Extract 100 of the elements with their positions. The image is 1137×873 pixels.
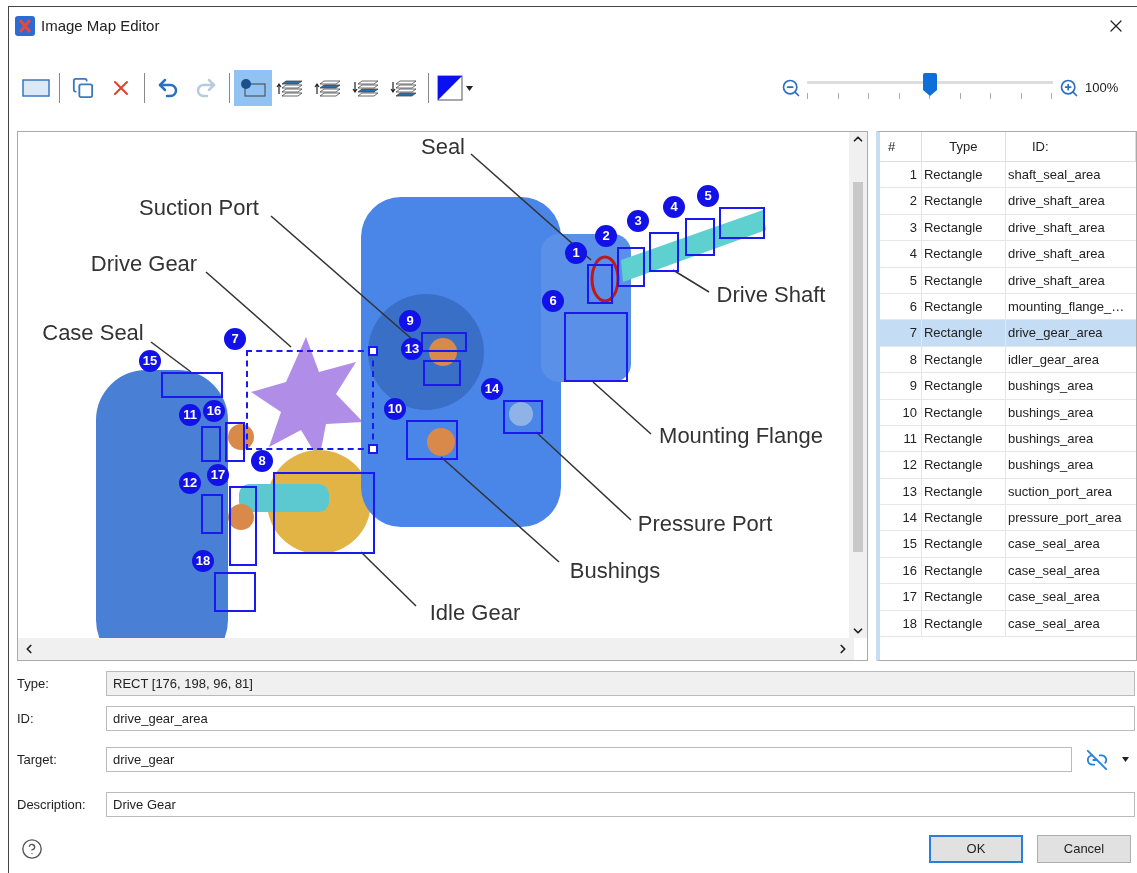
field-label: Target: <box>17 750 58 769</box>
table-row[interactable]: 17 Rectangle case_seal_area <box>879 584 1136 611</box>
id-cell-text: shaft_seal_area <box>1006 166 1102 184</box>
row-number: 18 <box>879 610 922 637</box>
id-cell-text: pressure_port_area <box>1006 509 1123 528</box>
type-cell: Rectangle <box>921 452 1006 478</box>
id-cell-text: mounting_flange_… <box>1006 297 1126 316</box>
id-cell-text: suction_port_area <box>1006 482 1113 501</box>
id-cell-text: case_seal_area <box>1006 614 1101 633</box>
color-swatch-icon <box>437 75 463 101</box>
id-cell-text: case_seal_area <box>1006 588 1101 607</box>
type-cell: Rectangle <box>921 162 1006 188</box>
table-row[interactable]: 5 Rectangle drive_shaft_area <box>879 267 1136 294</box>
rectangle-icon <box>22 78 50 98</box>
area-number: 15 <box>139 350 161 372</box>
row-number: 12 <box>879 452 922 478</box>
callout-label: Bushings <box>569 560 661 582</box>
row-number: 5 <box>879 267 922 293</box>
table-row[interactable]: 7 Rectangle drive_gear_area <box>879 320 1136 347</box>
id-cell-text: drive_shaft_area <box>1006 245 1106 264</box>
table-row[interactable]: 2 Rectangle drive_shaft_area <box>879 188 1136 215</box>
field-label: Type: <box>17 674 50 693</box>
dialog-button[interactable]: OK <box>929 835 1023 863</box>
callout-label: Case Seal <box>42 322 144 344</box>
zoom-in-icon[interactable] <box>1059 78 1079 98</box>
map-area[interactable] <box>617 247 645 287</box>
type-cell: Rectangle <box>921 214 1006 241</box>
callout-label: Drive Shaft <box>716 284 826 306</box>
row-number: 16 <box>879 557 922 584</box>
row-number: 3 <box>879 214 922 241</box>
caret-icon[interactable] <box>1122 757 1129 762</box>
table-row[interactable]: 9 Rectangle bushings_area <box>879 373 1136 400</box>
type-cell: Rectangle <box>921 610 1006 637</box>
table-row[interactable]: 11 Rectangle bushings_area <box>879 425 1136 453</box>
type-cell: Rectangle <box>921 478 1006 505</box>
zoom-out-icon[interactable] <box>781 78 801 98</box>
table-row[interactable]: 15 Rectangle case_seal_area <box>879 531 1136 558</box>
dialog-button[interactable]: Cancel <box>1037 835 1131 863</box>
image-canvas[interactable]: Seal Suction Port Drive Gear Case Seal Drive Shaft Mounting Flange Pressure Port Bushings Idle Gear 4 5 2 3 1 9 6 7 13 15 10 14 11 16 17 8 12 18 <box>17 131 868 661</box>
area-number: 2 <box>595 225 617 247</box>
map-area[interactable] <box>214 572 256 612</box>
horizontal-scrollbar[interactable] <box>18 638 854 660</box>
table-row[interactable]: 16 Rectangle case_seal_area <box>879 557 1136 585</box>
map-area[interactable] <box>685 218 715 256</box>
type-cell: Rectangle <box>921 425 1006 452</box>
leader-line <box>672 269 710 293</box>
table-row[interactable]: 1 Rectangle shaft_seal_area <box>879 162 1136 189</box>
type-cell: Rectangle <box>921 267 1006 293</box>
row-number: 13 <box>879 478 922 505</box>
vertical-scrollbar[interactable] <box>848 132 867 638</box>
column-header[interactable]: # <box>879 132 922 161</box>
text-field[interactable]: drive_gear_area <box>106 706 1135 731</box>
area-number: 3 <box>627 210 649 232</box>
text-field[interactable]: RECT [176, 198, 96, 81] <box>106 671 1135 696</box>
window-title: Image Map Editor <box>41 15 160 36</box>
field-label: Description: <box>17 795 87 814</box>
toolbar-button[interactable] <box>234 70 272 106</box>
type-cell: Rectangle <box>921 346 1006 373</box>
id-cell-text: drive_shaft_area <box>1006 218 1106 237</box>
link-icon[interactable] <box>1086 748 1108 771</box>
table-row[interactable]: 3 Rectangle drive_shaft_area <box>879 214 1136 242</box>
callout-label: Seal <box>421 136 465 158</box>
column-header[interactable]: Type <box>921 132 1006 161</box>
row-number: 1 <box>879 162 922 188</box>
field-label: ID: <box>17 709 35 728</box>
app-logo-icon <box>15 16 35 36</box>
callout-label: Pressure Port <box>637 513 773 535</box>
scroll-thumb[interactable] <box>852 182 863 552</box>
table-row[interactable]: 12 Rectangle bushings_area <box>879 452 1136 479</box>
map-area[interactable] <box>719 207 765 239</box>
type-cell: Rectangle <box>921 241 1006 267</box>
map-area[interactable] <box>225 422 245 462</box>
row-number: 17 <box>879 584 922 610</box>
row-number: 14 <box>879 505 922 531</box>
id-cell-text: case_seal_area <box>1006 535 1101 554</box>
table-row[interactable]: 14 Rectangle pressure_port_area <box>879 505 1136 532</box>
help-icon[interactable] <box>21 838 43 860</box>
type-cell: Rectangle <box>921 505 1006 531</box>
map-area[interactable] <box>273 472 375 554</box>
row-number: 11 <box>879 425 922 452</box>
text-field[interactable]: drive_gear <box>106 747 1072 772</box>
type-cell: Rectangle <box>921 293 1006 320</box>
area-number: 5 <box>697 185 719 207</box>
column-header[interactable]: ID: <box>1005 132 1136 161</box>
text-field[interactable]: Drive Gear <box>106 792 1135 817</box>
caret-icon <box>466 85 473 91</box>
type-cell: Rectangle <box>921 531 1006 557</box>
slider-thumb[interactable] <box>922 73 938 97</box>
table-row[interactable]: 4 Rectangle drive_shaft_area <box>879 241 1136 268</box>
table-row[interactable]: 10 Rectangle bushings_area <box>879 399 1136 426</box>
map-area[interactable] <box>503 400 543 434</box>
table-row[interactable]: 8 Rectangle idler_gear_area <box>879 346 1136 374</box>
id-cell-text: bushings_area <box>1006 377 1095 396</box>
callout-label: Idle Gear <box>429 602 521 624</box>
map-area[interactable] <box>229 486 257 566</box>
map-area[interactable] <box>161 372 223 398</box>
map-area[interactable] <box>649 232 679 272</box>
table-row[interactable]: 13 Rectangle suction_port_area <box>879 478 1136 506</box>
table-row[interactable]: 18 Rectangle case_seal_area <box>879 610 1136 638</box>
area-number: 8 <box>251 450 273 472</box>
